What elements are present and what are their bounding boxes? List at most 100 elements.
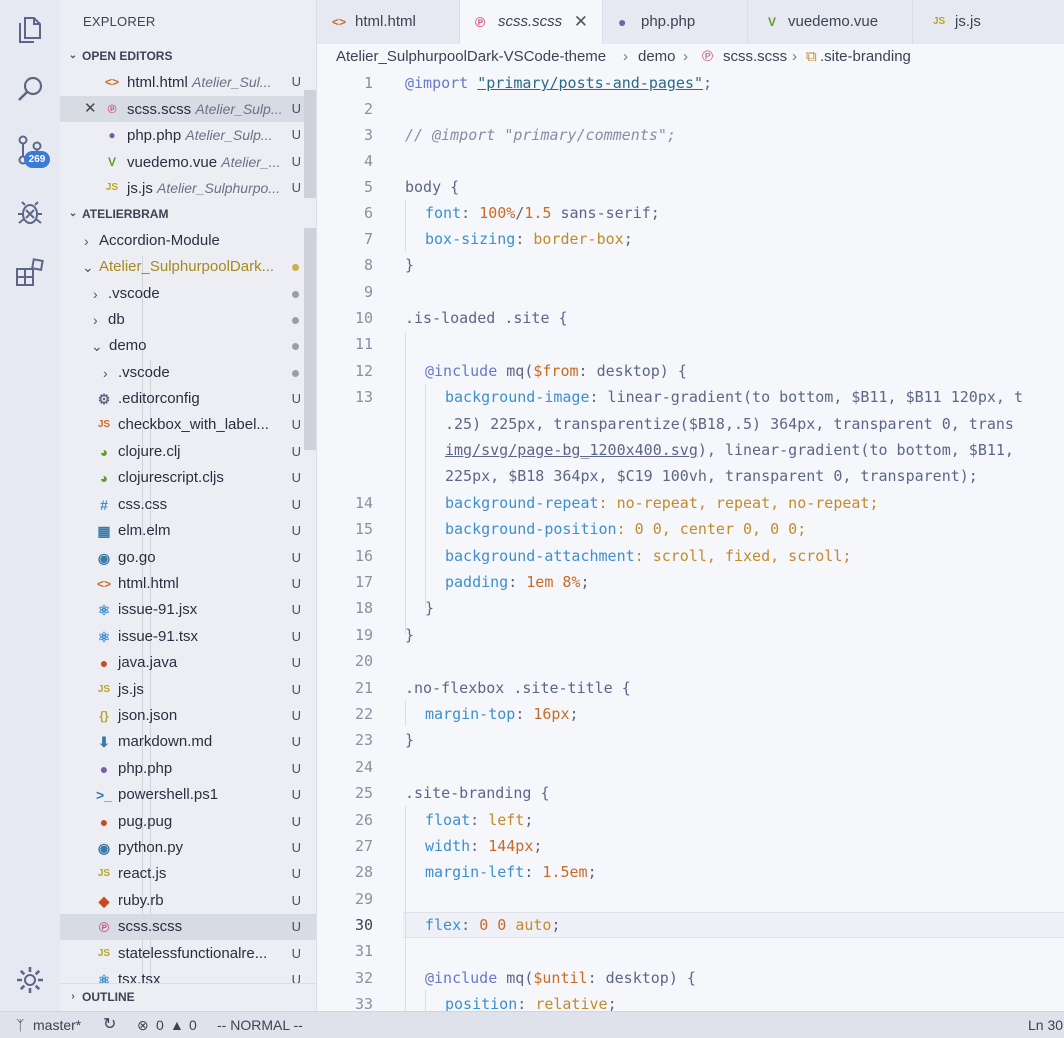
warning-icon[interactable]: ▲ xyxy=(170,1012,184,1038)
file-name: php.php xyxy=(118,760,173,777)
tree-file[interactable]: ◉ python.py U xyxy=(60,835,316,861)
files-icon[interactable] xyxy=(14,14,46,46)
breadcrumb-symbol[interactable]: .site-branding xyxy=(820,44,911,70)
tab-php[interactable]: ● php.php xyxy=(603,0,748,44)
tree-file[interactable]: JS checkbox_with_label... U xyxy=(60,412,316,438)
open-editor-item[interactable]: <> html.html Atelier_Sul... U xyxy=(60,69,316,95)
tree-file[interactable]: ◕ clojure.clj U xyxy=(60,439,316,465)
file-name: html.html xyxy=(118,575,179,592)
tree-folder[interactable]: › .vscode xyxy=(60,360,316,386)
line-number: 5 xyxy=(363,178,373,196)
code-line: .no-flexbox .site-title { xyxy=(405,679,631,697)
open-editor-item-active[interactable]: ✕ ℗ scss.scss Atelier_Sulp... U xyxy=(60,96,316,122)
chevron-right-icon: › xyxy=(683,48,688,65)
workspace-header[interactable]: ⌄ ATELIERBRAM xyxy=(60,201,316,227)
tab-js[interactable]: JS js.js xyxy=(913,0,1064,44)
outline-label: OUTLINE xyxy=(82,990,135,1004)
file-name: go.go xyxy=(118,549,156,566)
tree-file[interactable]: ⚛ issue-91.jsx U xyxy=(60,597,316,623)
breadcrumb-root[interactable]: Atelier_SulphurpoolDark-VSCode-theme xyxy=(336,44,606,70)
line-number: 20 xyxy=(354,652,373,670)
tree-folder[interactable]: › db xyxy=(60,307,316,333)
chevron-down-icon: ⌄ xyxy=(68,50,78,61)
scss-file-icon: ℗ xyxy=(475,14,486,30)
tree-file[interactable]: ⚙ .editorconfig U xyxy=(60,386,316,412)
tree-folder[interactable]: › .vscode xyxy=(60,281,316,307)
tree-file[interactable]: ⚛ tsx.tsx U xyxy=(60,967,316,983)
close-icon[interactable]: ✕ xyxy=(574,0,588,44)
search-icon[interactable] xyxy=(14,74,46,106)
tree-file[interactable]: ▦ elm.elm U xyxy=(60,518,316,544)
git-branch[interactable]: master* xyxy=(33,1012,81,1038)
folder-name: Accordion-Module xyxy=(99,232,220,249)
sync-icon[interactable]: ↻ xyxy=(103,1012,116,1038)
code-line: } xyxy=(405,626,415,644)
tab-html[interactable]: <> html.html xyxy=(317,0,460,44)
tab-scss[interactable]: ℗ scss.scss ✕ xyxy=(460,0,603,44)
cursor-position[interactable]: Ln 30, xyxy=(1028,1012,1064,1038)
tree-file[interactable]: ◉ go.go U xyxy=(60,545,316,571)
folder-name: .vscode xyxy=(108,285,160,302)
tree-file[interactable]: JS react.js U xyxy=(60,861,316,887)
git-status: U xyxy=(291,602,301,617)
file-name: pug.pug xyxy=(118,813,173,830)
open-editors-scrollbar[interactable] xyxy=(304,90,316,198)
tree-file[interactable]: JS js.js U xyxy=(60,677,316,703)
tree-file[interactable]: ◕ clojurescript.cljs U xyxy=(60,465,316,491)
outline-header[interactable]: › OUTLINE xyxy=(60,983,316,1010)
git-status: U xyxy=(291,655,301,670)
tree-file[interactable]: {} json.json U xyxy=(60,703,316,729)
php-elephant-icon: ● xyxy=(99,761,109,777)
line-number: 8 xyxy=(363,256,373,274)
code-editor[interactable]: 1 2 3 4 5 6 7 8 9 10 11 12 13 14 15 16 1… xyxy=(317,70,1064,1011)
tree-file[interactable]: ● java.java U xyxy=(60,650,316,676)
warning-count[interactable]: 0 xyxy=(189,1012,197,1038)
line-number: 26 xyxy=(354,811,373,829)
close-icon[interactable]: ✕ xyxy=(84,96,97,122)
code-line: .25) 225px, transparentize($B18,.5) 364p… xyxy=(445,415,1014,433)
tree-file[interactable]: JS statelessfunctionalre... U xyxy=(60,941,316,967)
debug-icon[interactable] xyxy=(14,196,46,228)
line-number: 22 xyxy=(354,705,373,723)
breadcrumb-folder[interactable]: demo xyxy=(638,44,676,70)
code-line: background-position: 0 0, center 0, 0 0; xyxy=(445,520,807,538)
tree-file-selected[interactable]: ℗ scss.scss U xyxy=(60,914,316,940)
tab-label: js.js xyxy=(955,13,981,30)
git-status: U xyxy=(291,417,301,432)
tree-file[interactable]: ● php.php U xyxy=(60,756,316,782)
indent-guide xyxy=(405,700,406,726)
indent-guide xyxy=(405,806,406,1011)
indent-guide xyxy=(425,990,426,1011)
open-editor-name: scss.scss Atelier_Sulp... xyxy=(127,101,283,118)
tree-file[interactable]: ◆ ruby.rb U xyxy=(60,888,316,914)
open-editor-item[interactable]: V vuedemo.vue Atelier_... U xyxy=(60,149,316,175)
error-icon[interactable]: ⊗ xyxy=(137,1012,149,1038)
elm-icon: ▦ xyxy=(97,523,111,539)
tab-vuedemo[interactable]: V vuedemo.vue xyxy=(748,0,913,44)
open-editors-header[interactable]: ⌄ OPEN EDITORS xyxy=(60,43,316,69)
tree-file[interactable]: ⬇ markdown.md U xyxy=(60,729,316,755)
line-number: 24 xyxy=(354,758,373,776)
git-status: U xyxy=(291,127,301,142)
tree-file[interactable]: ● pug.pug U xyxy=(60,809,316,835)
code-line: background-image: linear-gradient(to bot… xyxy=(445,388,1023,406)
open-editor-item[interactable]: ● php.php Atelier_Sulp... U xyxy=(60,122,316,148)
tree-file[interactable]: <> html.html U xyxy=(60,571,316,597)
error-count[interactable]: 0 xyxy=(156,1012,164,1038)
tree-folder[interactable]: ⌄ Atelier_SulphurpoolDark... xyxy=(60,254,316,280)
code-line: @import "primary/posts-and-pages"; xyxy=(405,74,713,92)
tree-file[interactable]: >_ powershell.ps1 U xyxy=(60,782,316,808)
line-number: 4 xyxy=(363,152,373,170)
tree-file[interactable]: ⚛ issue-91.tsx U xyxy=(60,624,316,650)
chevron-down-icon: ⌄ xyxy=(82,259,94,275)
line-number: 7 xyxy=(363,230,373,248)
tree-folder[interactable]: ⌄ demo xyxy=(60,333,316,359)
breadcrumb-file[interactable]: scss.scss xyxy=(723,44,787,70)
open-editor-name: php.php Atelier_Sulp... xyxy=(127,127,273,144)
extensions-icon[interactable] xyxy=(14,256,46,288)
open-editor-item[interactable]: JS js.js Atelier_Sulphurpo... U xyxy=(60,175,316,201)
tree-file[interactable]: # css.css U xyxy=(60,492,316,518)
settings-gear-icon[interactable] xyxy=(14,964,46,996)
tree-folder[interactable]: › Accordion-Module xyxy=(60,228,316,254)
chevron-right-icon: › xyxy=(623,48,628,65)
